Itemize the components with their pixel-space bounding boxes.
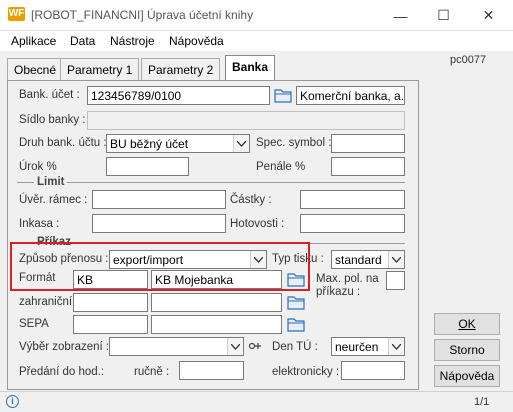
- tab-obecne[interactable]: Obecné: [7, 58, 64, 80]
- interest-input[interactable]: [106, 157, 189, 176]
- menu-aplikace[interactable]: Aplikace: [11, 34, 56, 48]
- menu-napoveda[interactable]: Nápověda: [169, 34, 224, 48]
- folder-icon[interactable]: [287, 316, 305, 335]
- cancel-button-label: Storno: [449, 343, 485, 357]
- max-items-label: Max. pol. na příkazu :: [316, 273, 379, 299]
- collection-label: Inkasa :: [19, 218, 60, 230]
- max-items-input[interactable]: [386, 271, 405, 290]
- amounts-label: Částky :: [230, 194, 272, 206]
- tab-parametry-2[interactable]: Parametry 2: [141, 58, 221, 80]
- credit-frame-input[interactable]: [92, 190, 226, 209]
- page-indicator: 1/1: [474, 396, 490, 408]
- credit-frame-label: Úvěr. rámec :: [19, 194, 88, 206]
- limit-divider: [17, 182, 405, 183]
- status-bar: [0, 391, 513, 412]
- handover-electronic-label: elektronicky :: [272, 366, 340, 378]
- account-type-select[interactable]: BU běžný účet: [106, 134, 250, 153]
- spec-symbol-label: Spec. symbol :: [256, 137, 332, 149]
- ok-button[interactable]: OK: [434, 313, 500, 335]
- transfer-method-value: export/import: [113, 253, 184, 267]
- handover-manual-input[interactable]: [179, 361, 244, 380]
- bank-account-label: Bank. účet :: [19, 89, 80, 101]
- amounts-input[interactable]: [300, 190, 405, 209]
- bank-seat-label: Sídlo banky :: [19, 114, 86, 126]
- day-tu-value: neurčen: [335, 340, 379, 354]
- order-divider: [17, 243, 405, 244]
- chevron-down-icon[interactable]: [388, 251, 404, 268]
- foreign-label: zahraniční: [19, 296, 73, 308]
- bank-seat-input: [87, 111, 405, 130]
- chevron-down-icon[interactable]: [388, 338, 404, 355]
- view-selection-label: Výběr zobrazení :: [19, 341, 110, 353]
- menu-nastroje[interactable]: Nástroje: [110, 34, 155, 48]
- print-type-value: standard: [335, 253, 382, 267]
- sepa-name-input[interactable]: [151, 315, 282, 334]
- interest-label: Úrok %: [19, 161, 57, 173]
- tab-parametry-1[interactable]: Parametry 1: [60, 58, 140, 80]
- help-button[interactable]: Nápověda: [434, 365, 500, 387]
- sepa-code-input[interactable]: [73, 315, 148, 334]
- cancel-button[interactable]: Storno: [434, 339, 500, 361]
- chevron-down-icon[interactable]: [233, 135, 249, 152]
- spec-symbol-input[interactable]: [331, 134, 405, 153]
- settings-link-icon[interactable]: [248, 340, 262, 355]
- print-type-label: Typ tisku :: [272, 253, 324, 265]
- format-code-input[interactable]: KB: [73, 270, 148, 289]
- chevron-down-icon[interactable]: [250, 251, 266, 268]
- tab-banka[interactable]: Banka: [225, 55, 276, 80]
- window-title: [ROBOT_FINANCNI] Úprava účetní knihy: [31, 8, 254, 22]
- account-type-label: Druh bank. účtu :: [19, 137, 107, 149]
- form-code: pc0077: [450, 54, 487, 66]
- maximize-button[interactable]: ☐: [421, 0, 466, 31]
- print-type-select[interactable]: standard: [331, 250, 405, 269]
- day-tu-select[interactable]: neurčen: [331, 337, 405, 356]
- view-selection-select[interactable]: [109, 337, 244, 356]
- collection-input[interactable]: [92, 214, 226, 233]
- account-type-value: BU běžný účet: [110, 137, 189, 151]
- transfer-method-select[interactable]: export/import: [109, 250, 267, 269]
- minimize-button[interactable]: —: [378, 0, 423, 31]
- format-label: Formát: [19, 272, 56, 284]
- cash-input[interactable]: [300, 214, 405, 233]
- sepa-label: SEPA: [19, 318, 49, 330]
- handover-electronic-input[interactable]: [341, 361, 405, 380]
- max-items-label-line2: příkazu :: [316, 286, 361, 298]
- help-button-label: Nápověda: [439, 369, 495, 383]
- bank-name-input[interactable]: Komerční banka, a.s: [296, 86, 405, 105]
- max-items-label-line1: Max. pol. na: [316, 273, 379, 285]
- foreign-code-input[interactable]: [73, 293, 148, 312]
- transfer-method-label: Způsob přenosu :: [19, 253, 109, 265]
- format-name-input[interactable]: KB Mojebanka: [151, 270, 282, 289]
- close-button[interactable]: ✕: [466, 0, 511, 31]
- foreign-name-input[interactable]: [151, 293, 282, 312]
- penalty-input[interactable]: [331, 157, 405, 176]
- handover-label: Předání do hod.:: [19, 366, 105, 378]
- bank-account-input[interactable]: 123456789/0100: [87, 86, 270, 105]
- penalty-label: Penále %: [256, 161, 306, 173]
- folder-icon[interactable]: [274, 87, 292, 106]
- menu-data[interactable]: Data: [70, 34, 95, 48]
- day-tu-label: Den TÚ :: [272, 341, 318, 353]
- info-icon[interactable]: i: [6, 395, 19, 408]
- folder-icon[interactable]: [287, 294, 305, 313]
- ok-button-label: OK: [458, 317, 476, 331]
- handover-manual-label: ručně :: [134, 366, 170, 378]
- order-title: Příkaz: [34, 236, 74, 248]
- cash-label: Hotovosti :: [230, 218, 285, 230]
- limit-title: Limit: [34, 176, 68, 188]
- folder-icon[interactable]: [287, 271, 305, 290]
- app-logo-icon: WF: [8, 7, 25, 21]
- chevron-down-icon[interactable]: [227, 338, 243, 355]
